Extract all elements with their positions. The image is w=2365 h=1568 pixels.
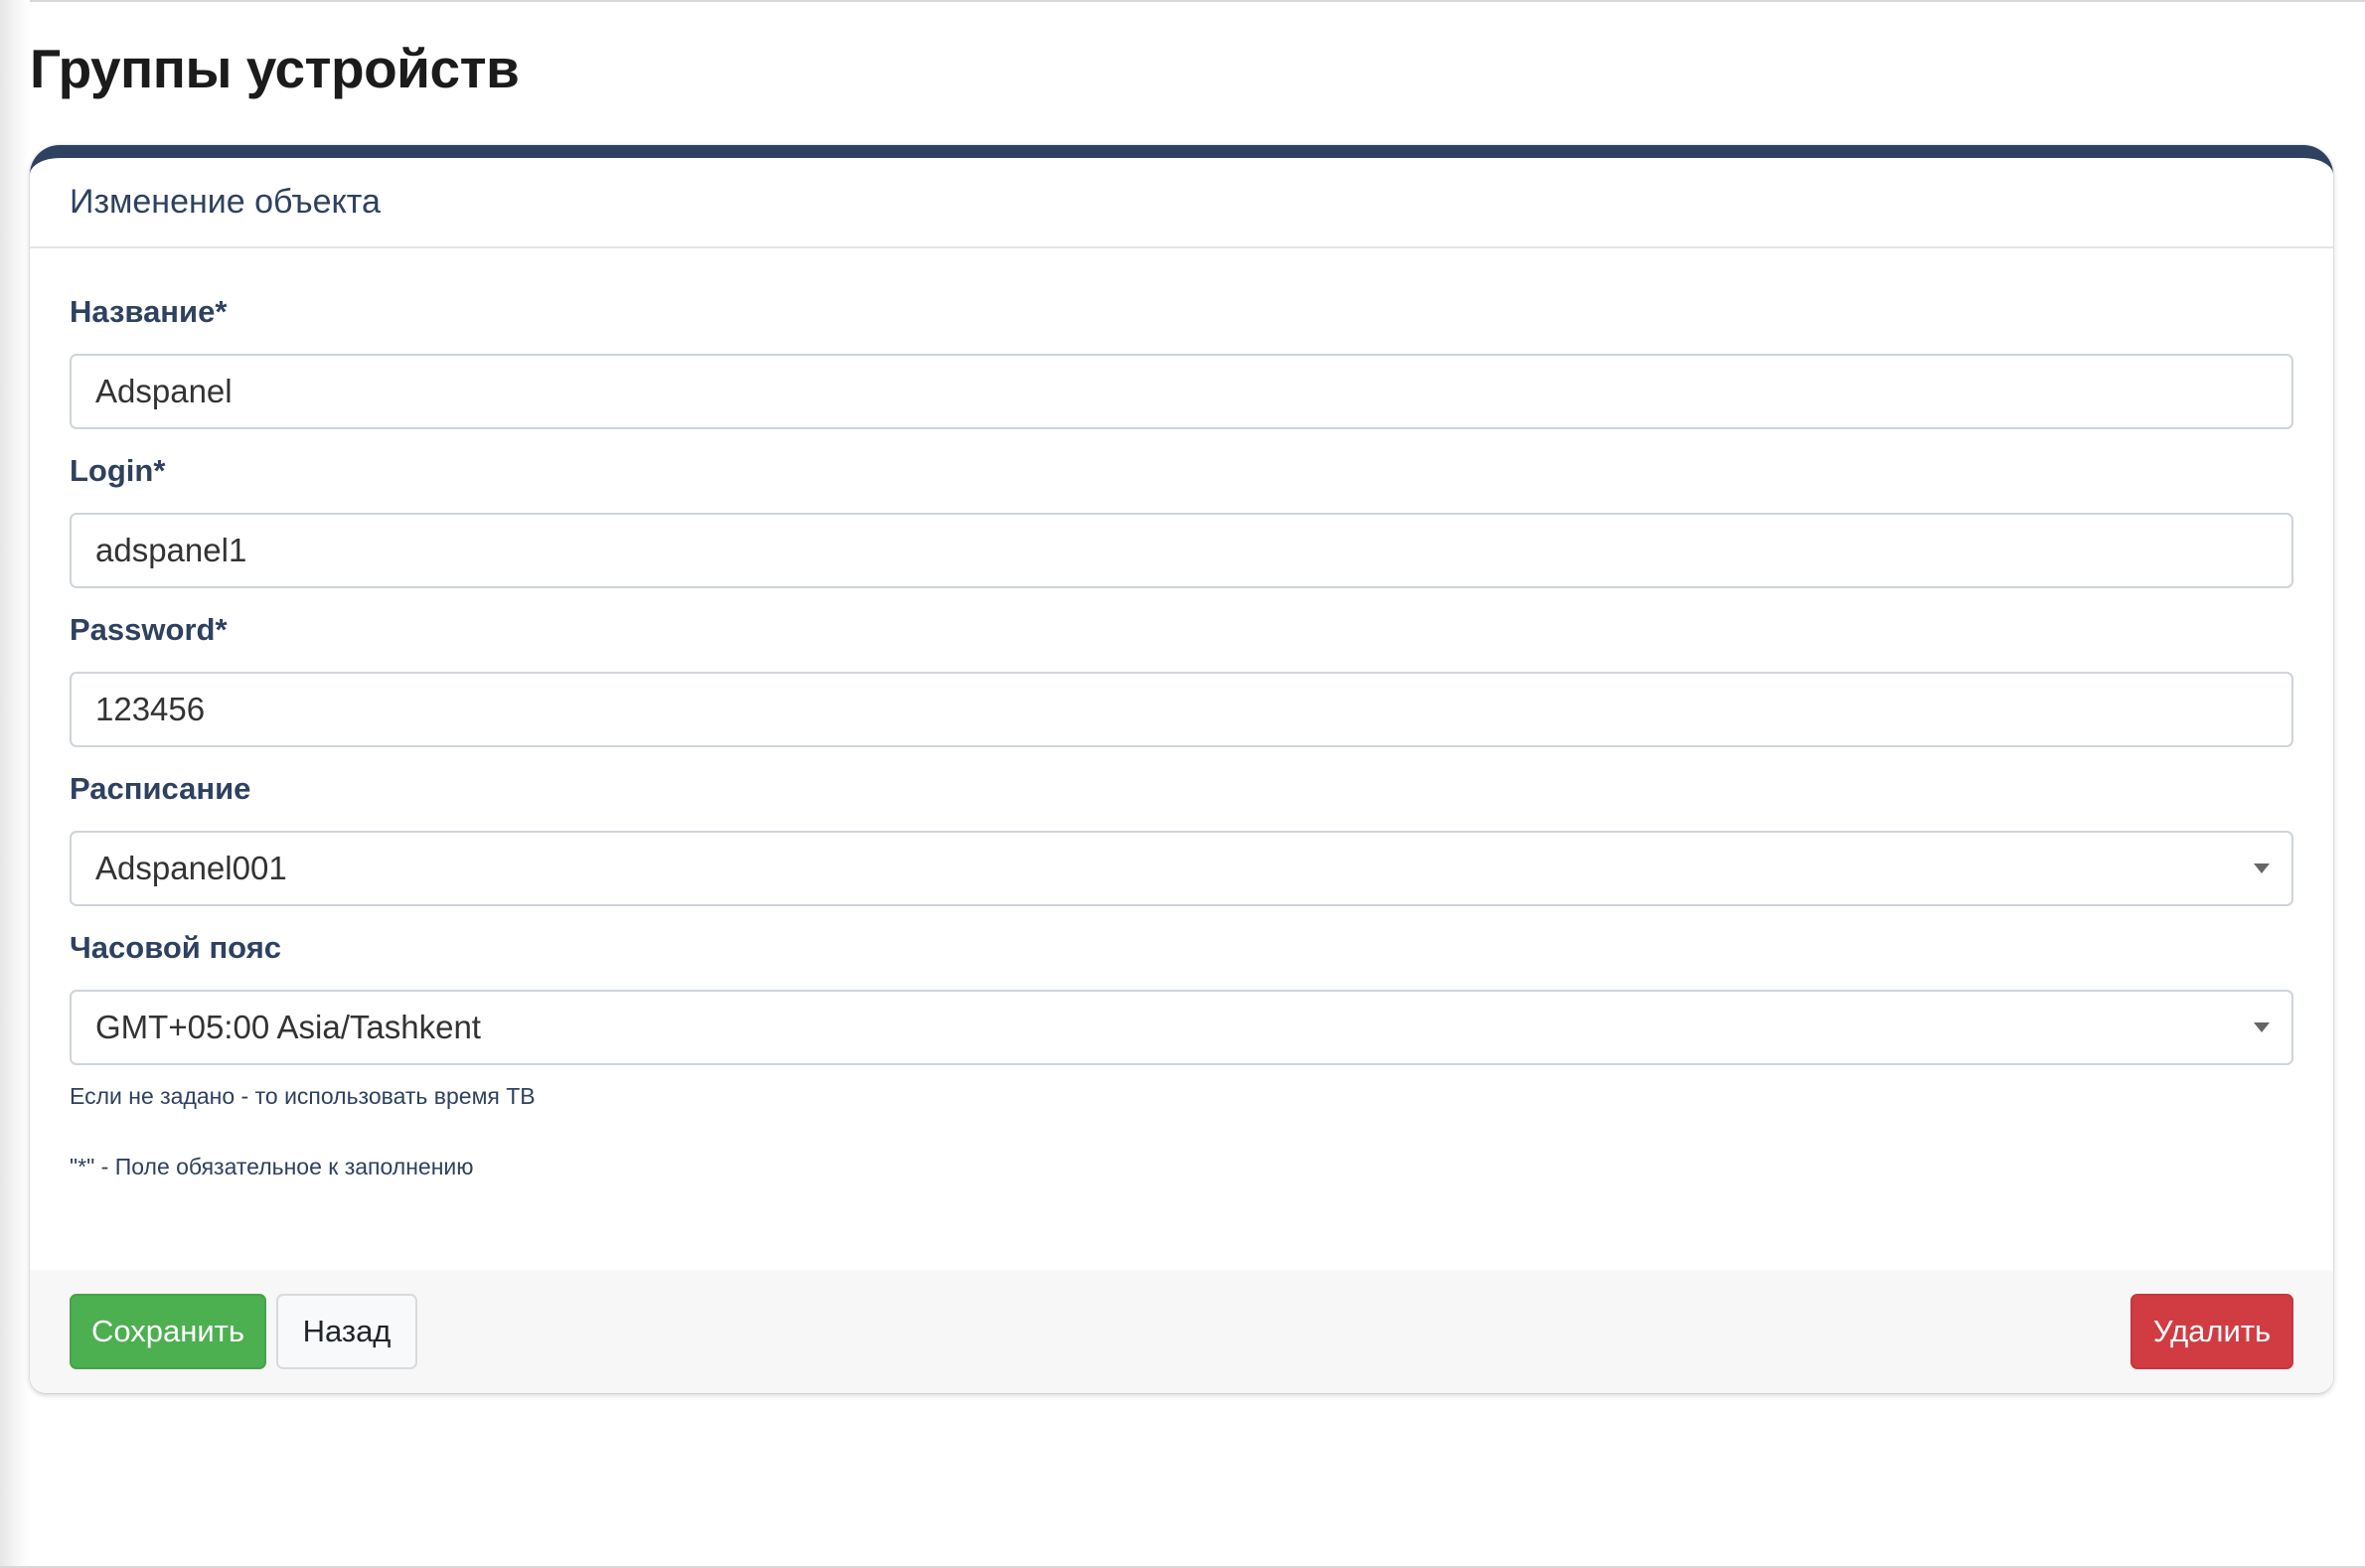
- card-footer: Сохранить Назад Удалить: [30, 1270, 2333, 1393]
- schedule-select-value: Adspanel001: [95, 850, 287, 886]
- page-title: Группы устройств: [30, 38, 520, 99]
- timezone-group: Часовой пояс GMT+05:00 Asia/Tashkent Есл…: [70, 928, 2293, 1111]
- sidebar-edge-shadow: [0, 0, 30, 1568]
- edit-object-card: Изменение объекта Название* Adspanel Log…: [30, 145, 2333, 1393]
- timezone-select-value: GMT+05:00 Asia/Tashkent: [95, 1009, 481, 1045]
- password-label: Password*: [70, 612, 228, 647]
- name-input[interactable]: Adspanel: [70, 354, 2293, 429]
- timezone-label: Часовой пояс: [70, 930, 282, 965]
- timezone-select[interactable]: GMT+05:00 Asia/Tashkent: [70, 990, 2293, 1065]
- back-button[interactable]: Назад: [276, 1294, 417, 1369]
- login-label: Login*: [70, 453, 166, 488]
- password-input-value: 123456: [95, 691, 206, 727]
- chevron-down-icon: [2254, 863, 2270, 873]
- login-input[interactable]: adspanel1: [70, 513, 2293, 588]
- timezone-help-text: Если не задано - то использовать время Т…: [70, 1083, 536, 1109]
- login-group: Login* adspanel1: [70, 451, 2293, 588]
- name-group: Название* Adspanel: [70, 292, 2293, 429]
- save-button[interactable]: Сохранить: [70, 1294, 266, 1369]
- page-top-border: [0, 0, 2365, 2]
- chevron-down-icon: [2254, 1022, 2270, 1032]
- edit-form: Название* Adspanel Login* adspanel1 Pass…: [30, 248, 2333, 1181]
- name-label: Название*: [70, 294, 228, 329]
- delete-button[interactable]: Удалить: [2130, 1294, 2293, 1369]
- schedule-label: Расписание: [70, 771, 251, 806]
- required-field-note: "*" - Поле обязательное к заполнению: [70, 1154, 474, 1179]
- schedule-select[interactable]: Adspanel001: [70, 831, 2293, 906]
- schedule-group: Расписание Adspanel001: [70, 769, 2293, 906]
- password-input[interactable]: 123456: [70, 672, 2293, 747]
- password-group: Password* 123456: [70, 610, 2293, 747]
- card-header: Изменение объекта: [30, 158, 2333, 248]
- name-input-value: Adspanel: [95, 373, 233, 409]
- login-input-value: adspanel1: [95, 532, 247, 568]
- card-title: Изменение объекта: [70, 183, 381, 221]
